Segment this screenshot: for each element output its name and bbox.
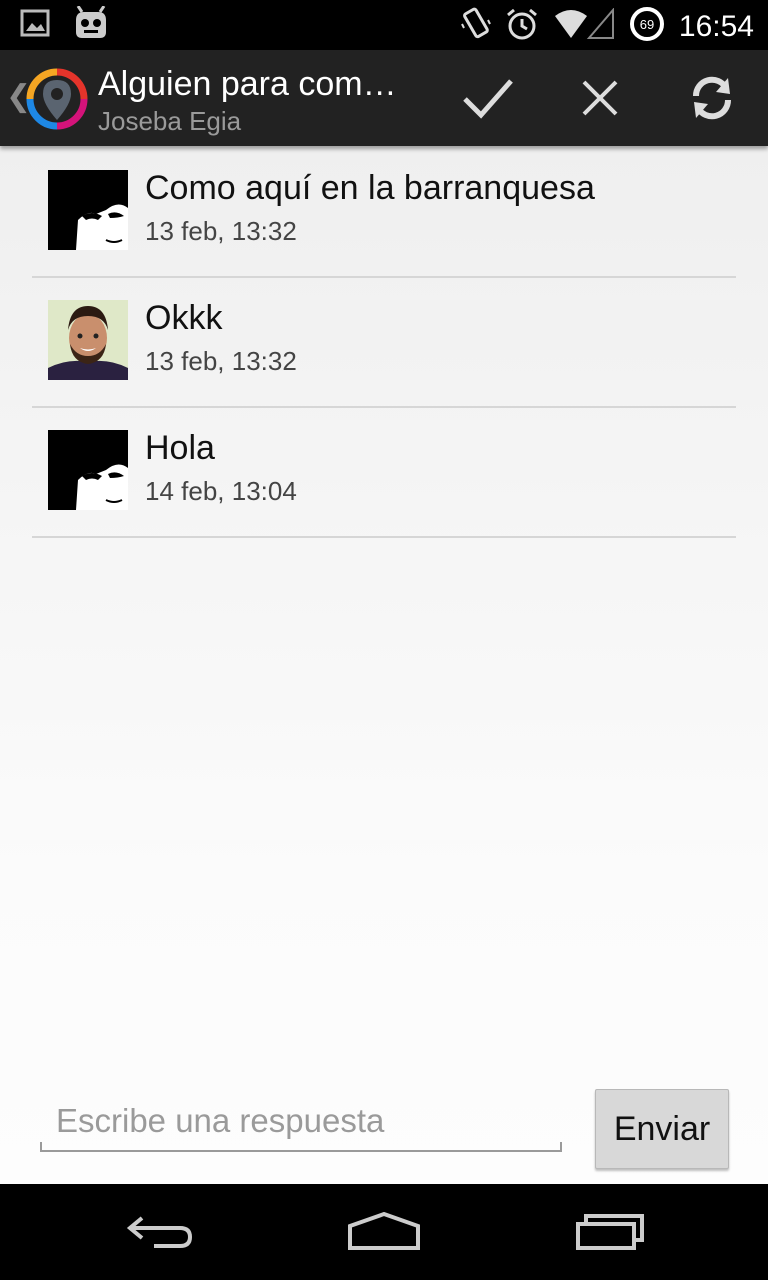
close-icon	[582, 80, 618, 116]
avatar	[48, 430, 128, 510]
nav-recents-button[interactable]	[560, 1202, 660, 1262]
gallery-icon	[20, 9, 50, 42]
app-logo-icon[interactable]	[24, 66, 90, 132]
android-bot-icon	[72, 5, 110, 45]
check-icon	[463, 79, 513, 119]
conversation-title: Alguien para com…	[98, 65, 397, 103]
list-item[interactable]: Okkk 13 feb, 13:32	[32, 276, 736, 408]
message-list-area: Como aquí en la barranquesa 13 feb, 13:3…	[0, 146, 768, 1184]
list-item[interactable]: Como aquí en la barranquesa 13 feb, 13:3…	[32, 146, 736, 278]
message-time: 14 feb, 13:04	[145, 476, 297, 506]
recents-icon	[576, 1214, 644, 1250]
refresh-icon	[692, 76, 732, 120]
wifi-icon	[553, 7, 615, 45]
mark-read-button[interactable]	[456, 70, 520, 126]
battery-icon: 69	[629, 6, 665, 47]
refresh-button[interactable]	[680, 70, 744, 126]
nav-home-button[interactable]	[334, 1202, 434, 1262]
status-bar: 69 16:54	[0, 0, 768, 50]
home-icon	[348, 1212, 420, 1250]
action-bar: ❮ Alguien para com… Joseba Egia	[0, 50, 768, 146]
reply-placeholder: Escribe una respuesta	[56, 1102, 385, 1139]
battery-level: 69	[640, 17, 654, 32]
message-text: Hola	[145, 429, 215, 467]
vibrate-icon	[461, 6, 491, 47]
nav-back-button[interactable]	[110, 1202, 210, 1262]
message-time: 13 feb, 13:32	[145, 346, 297, 376]
back-icon	[126, 1216, 193, 1248]
message-time: 13 feb, 13:32	[145, 216, 297, 246]
list-item[interactable]: Hola 14 feb, 13:04	[32, 406, 736, 538]
avatar	[48, 170, 128, 250]
close-button[interactable]	[568, 70, 632, 126]
message-text: Como aquí en la barranquesa	[145, 169, 595, 207]
message-text: Okkk	[145, 299, 223, 337]
avatar	[48, 300, 128, 380]
send-button[interactable]: Enviar	[595, 1089, 729, 1169]
alarm-icon	[505, 7, 539, 46]
reply-input[interactable]: Escribe una respuesta	[40, 1092, 562, 1152]
conversation-subtitle: Joseba Egia	[98, 106, 242, 136]
navigation-bar	[0, 1184, 768, 1280]
clock: 16:54	[678, 9, 754, 43]
